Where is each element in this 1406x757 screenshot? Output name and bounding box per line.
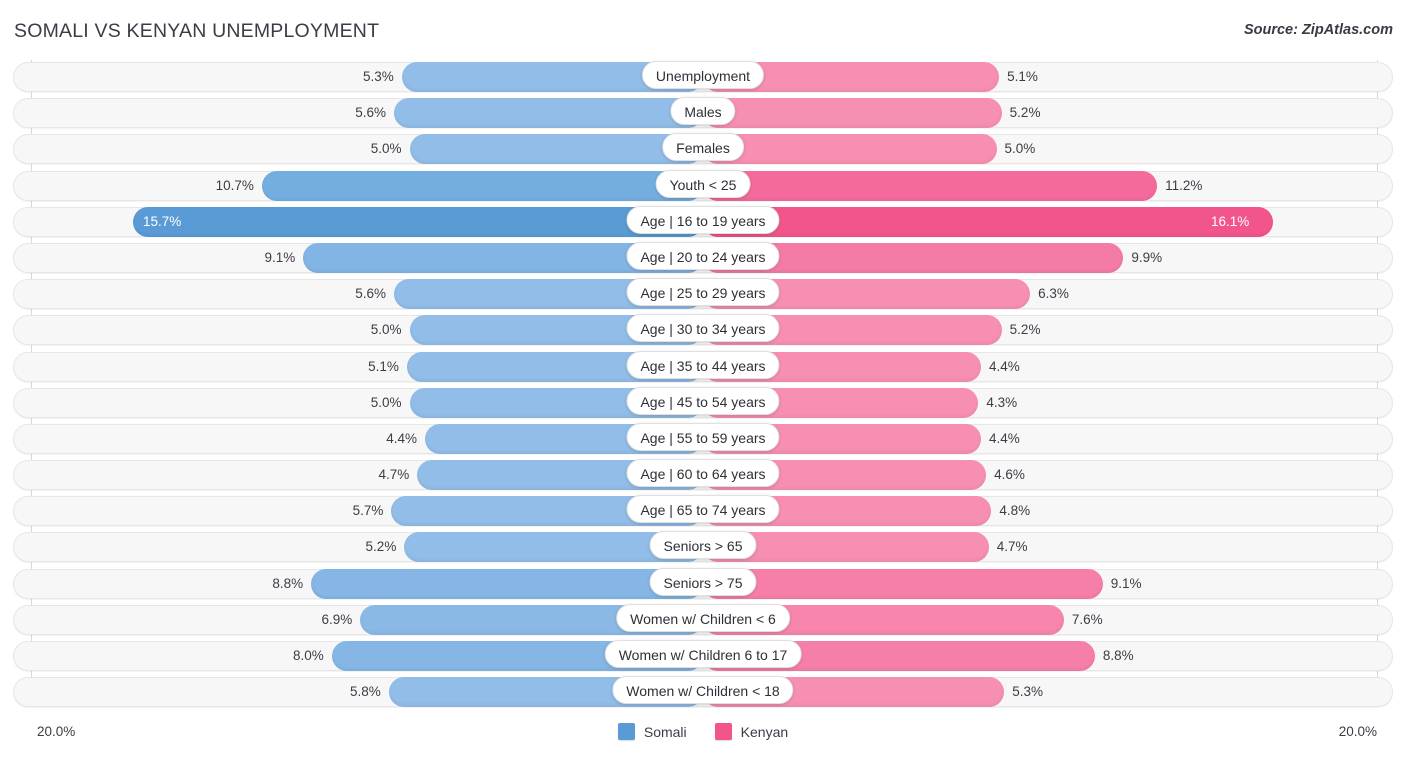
legend-label: Kenyan [740,723,789,740]
kenyan-value-label: 5.1% [1007,69,1038,84]
row-label-pill[interactable]: Age | 60 to 64 years [626,459,780,488]
chart-row: 10.7% 11.2% Youth < 25 [0,169,1406,205]
row-label-pill[interactable]: Age | 30 to 34 years [626,314,780,343]
chart-area: 5.3% 5.1% Unemployment 5.6% 5.2% Males 5.0% 5.0… [0,60,1406,720]
row-label-pill[interactable]: Age | 65 to 74 years [626,495,780,524]
kenyan-bar[interactable] [703,134,997,165]
kenyan-value-label: 9.1% [1110,575,1142,591]
row-label-pill[interactable]: Age | 45 to 54 years [626,386,780,415]
kenyan-bar[interactable] [703,170,1158,201]
somali-value-label: 5.7% [352,503,384,519]
somali-value-label: 5.8% [350,684,381,700]
chart-row: 6.9% 7.6% Women w/ Children < 6 [0,603,1406,639]
chart-row: 15.7% 16.1% Age | 16 to 19 years [0,205,1406,241]
chart-row: 5.0% 4.3% Age | 45 to 54 years [0,386,1406,422]
row-label-pill[interactable]: Youth < 25 [655,169,751,198]
somali-value-label: 5.6% [355,105,386,121]
row-label-pill[interactable]: Women w/ Children 6 to 17 [604,640,802,668]
chart-row: 5.2% 4.7% Seniors > 65 [0,530,1406,566]
somali-value-label: 9.1% [264,249,296,265]
somali-value-label: 5.3% [362,69,394,84]
chart-row: 8.0% 8.8% Women w/ Children 6 to 17 [0,639,1406,675]
kenyan-bar[interactable] [703,568,1103,599]
somali-bar[interactable] [311,568,703,599]
legend-label: Somali [643,723,687,740]
somali-value-label: 10.7% [215,177,254,193]
somali-value-label: 5.0% [370,322,402,338]
chart-row: 5.6% 6.3% Age | 25 to 29 years [0,277,1406,313]
kenyan-value-label: 4.7% [996,539,1028,555]
somali-value-label: 4.4% [386,430,418,446]
chart-row: 9.1% 9.9% Age | 20 to 24 years [0,241,1406,277]
chart-page: SOMALI VS KENYAN UNEMPLOYMENT Source: Zi… [0,0,1406,757]
chart-row: 5.7% 4.8% Age | 65 to 74 years [0,494,1406,530]
row-label-pill[interactable]: Seniors > 65 [649,531,757,560]
chart-row: 5.0% 5.0% Females [0,132,1406,168]
somali-value-label: 5.2% [365,539,397,555]
somali-value-label: 5.6% [355,286,386,302]
row-label-pill[interactable]: Age | 55 to 59 years [626,422,780,451]
somali-value-label: 8.8% [272,575,304,591]
kenyan-value-label: 4.4% [988,358,1020,374]
row-label-pill[interactable]: Women w/ Children < 18 [612,676,794,705]
chart-row: 5.8% 5.3% Women w/ Children < 18 [0,675,1406,711]
row-label-pill[interactable]: Age | 25 to 29 years [626,278,780,307]
row-label-pill[interactable]: Women w/ Children < 6 [616,603,790,632]
row-label-pill[interactable]: Age | 16 to 19 years [626,205,780,234]
kenyan-bar[interactable] [703,206,1273,237]
kenyan-value-label: 5.0% [1004,141,1036,157]
kenyan-value-label: 5.2% [1009,322,1041,338]
somali-bar[interactable] [261,170,703,201]
chart-footer: 20.0% 20.0% Somali Kenyan [0,718,1406,757]
row-label-pill[interactable]: Seniors > 75 [649,567,757,596]
legend-item[interactable]: Kenyan [714,723,789,740]
chart-row: 5.6% 5.2% Males [0,96,1406,132]
chart-row: 5.0% 5.2% Age | 30 to 34 years [0,313,1406,349]
somali-value-label: 5.0% [370,394,402,410]
kenyan-bar[interactable] [703,98,1002,129]
kenyan-value-label: 7.6% [1071,611,1103,627]
kenyan-value-label: 4.8% [999,503,1031,519]
legend-swatch-icon [617,723,635,740]
somali-value-label: 6.9% [321,611,353,627]
chart-row: 8.8% 9.1% Seniors > 75 [0,567,1406,603]
legend-item[interactable]: Somali [617,723,687,740]
somali-value-label: 5.1% [368,358,399,374]
kenyan-value-label: 6.3% [1038,286,1069,302]
somali-value-label: 8.0% [293,648,324,663]
chart-legend: Somali Kenyan [0,723,1406,740]
chart-rows: 5.3% 5.1% Unemployment 5.6% 5.2% Males 5.0% 5.0… [0,60,1406,711]
row-label-pill[interactable]: Unemployment [641,61,765,89]
somali-value-label: 15.7% [143,213,182,229]
chart-row: 4.7% 4.6% Age | 60 to 64 years [0,458,1406,494]
page-title: SOMALI VS KENYAN UNEMPLOYMENT [14,20,380,42]
kenyan-value-label: 9.9% [1131,249,1163,265]
legend-swatch-icon [714,723,732,740]
kenyan-value-label: 5.3% [1012,684,1044,700]
row-label-pill[interactable]: Age | 35 to 44 years [626,350,780,379]
somali-value-label: 5.0% [370,141,402,157]
kenyan-value-label: 4.4% [988,430,1020,446]
chart-row: 4.4% 4.4% Age | 55 to 59 years [0,422,1406,458]
chart-row: 5.3% 5.1% Unemployment [0,60,1406,96]
kenyan-value-label: 8.8% [1102,648,1134,663]
kenyan-value-label: 4.3% [986,394,1018,410]
kenyan-value-label: 16.1% [1211,213,1250,229]
row-label-pill[interactable]: Age | 20 to 24 years [626,241,780,270]
source-attribution: Source: ZipAtlas.com [1243,22,1393,38]
kenyan-value-label: 4.6% [994,467,1025,483]
somali-bar[interactable] [133,206,703,237]
kenyan-value-label: 11.2% [1165,177,1203,193]
somali-bar[interactable] [393,98,703,129]
row-label-pill[interactable]: Females [662,133,744,162]
row-label-pill[interactable]: Males [670,97,736,126]
somali-value-label: 4.7% [378,467,410,483]
somali-bar[interactable] [409,134,703,165]
kenyan-value-label: 5.2% [1009,105,1041,121]
chart-row: 5.1% 4.4% Age | 35 to 44 years [0,350,1406,386]
